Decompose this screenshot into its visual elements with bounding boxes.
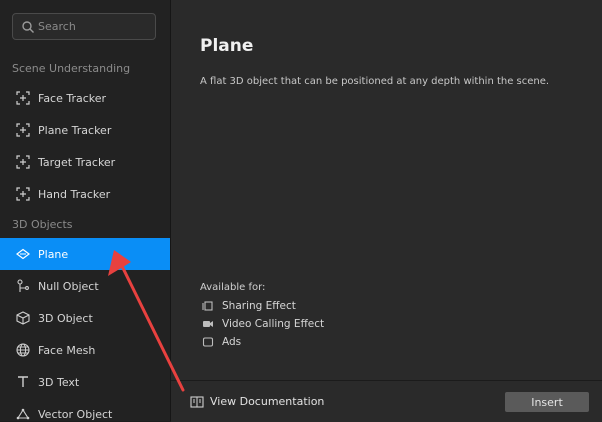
text-icon [18,376,28,387]
plane-tracker-icon [16,123,30,137]
vector-object-icon [16,408,30,420]
footer: View Documentation Insert [171,380,602,422]
view-documentation-link[interactable]: View Documentation [190,395,324,408]
face-tracker-icon [16,91,30,105]
insert-button[interactable]: Insert [505,392,589,412]
sidebar-item-vector-object[interactable]: Vector Object [0,398,170,421]
target-tracker-icon [16,155,30,169]
view-documentation-label: View Documentation [210,395,325,408]
sidebar-item-face-tracker[interactable]: Face Tracker [0,82,170,114]
sidebar-item-label: Face Tracker [38,91,107,105]
video-calling-icon [203,321,213,327]
sidebar-item-target-tracker[interactable]: Target Tracker [0,146,170,178]
description: A flat 3D object that can be positioned … [200,76,550,87]
cube-icon [16,311,30,325]
platform-sharing-effect: Sharing Effect [202,300,296,312]
sidebar-item-3d-object[interactable]: 3D Object [0,302,170,334]
platform-video-calling: Video Calling Effect [202,318,324,330]
sidebar-item-hand-tracker[interactable]: Hand Tracker [0,178,170,210]
section-scene-understanding: Scene Understanding [12,62,131,75]
book-icon [190,395,204,408]
section-3d-objects: 3D Objects [12,218,73,231]
search-icon [22,21,34,33]
search-input[interactable]: Search [12,13,156,40]
sidebar-item-label: Plane Tracker [38,123,112,137]
sidebar-item-plane-tracker[interactable]: Plane Tracker [0,114,170,146]
sidebar-item-face-mesh[interactable]: Face Mesh [0,334,170,366]
plane-icon [16,248,30,260]
sidebar-item-label: Face Mesh [38,343,96,357]
search-placeholder: Search [38,20,76,33]
sidebar-item-label: Target Tracker [38,155,116,169]
sidebar-item-null-object[interactable]: Null Object [0,270,170,302]
hand-tracker-icon [16,187,30,201]
ads-icon [202,337,214,347]
sidebar-item-plane[interactable]: Plane [0,238,170,270]
sidebar-item-label: Hand Tracker [38,187,111,201]
platform-label: Video Calling Effect [222,318,325,330]
sidebar-item-label: 3D Object [38,311,93,325]
platform-label: Ads [222,336,242,348]
platform-label: Sharing Effect [222,300,296,312]
detail-panel: Plane A flat 3D object that can be posit… [171,0,602,422]
sidebar-item-label: Null Object [38,279,99,293]
sharing-effect-icon [202,301,213,311]
sidebar-item-label: Vector Object [38,407,113,421]
page-title: Plane [200,36,254,56]
sidebar: Search Scene Understanding Face Tracker … [0,0,171,421]
sidebar-item-label: 3D Text [38,375,80,389]
sidebar-item-3d-text[interactable]: 3D Text [0,366,170,398]
face-mesh-icon [16,343,30,357]
sidebar-item-label: Plane [38,247,69,261]
platform-ads: Ads [202,336,241,348]
null-object-icon [17,279,29,292]
available-for-label: Available for: [200,282,266,293]
